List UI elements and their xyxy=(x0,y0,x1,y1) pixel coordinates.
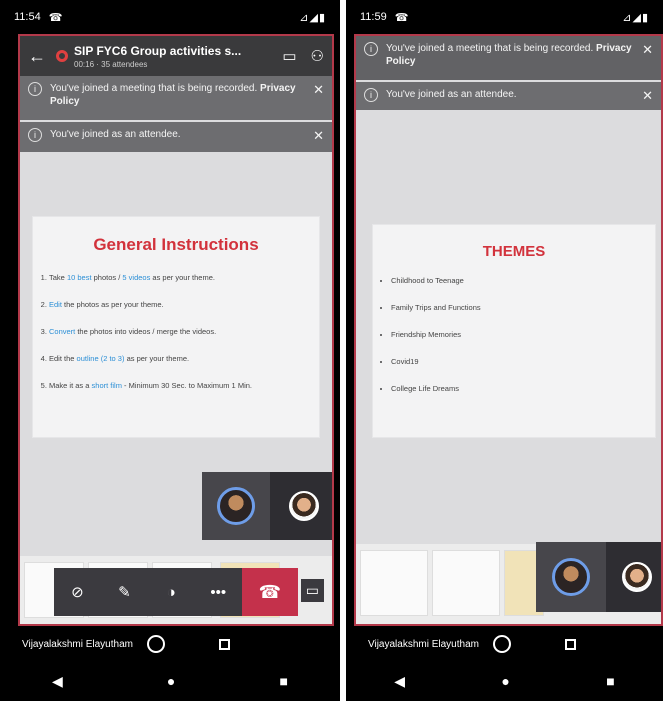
list-item: Convert the photos into videos / merge t… xyxy=(49,327,319,336)
info-icon: i xyxy=(28,82,42,96)
call-icon: ☎ xyxy=(48,11,63,24)
avatar xyxy=(289,491,319,521)
status-time: 11:54 xyxy=(14,11,41,23)
left-phone-screenshot: 11:54 ☎ ⊿◢▮ ← SIP FYC6 Group activities … xyxy=(0,0,340,701)
android-nav-bar: ◀ ● ■ xyxy=(0,661,340,701)
banner-text: You've joined a meeting that is being re… xyxy=(386,43,594,54)
status-bar: 11:59 ☎ ⊿◢▮ xyxy=(346,0,663,34)
home-circle-icon[interactable] xyxy=(492,635,511,653)
info-icon: i xyxy=(364,42,378,56)
call-controls: ⊘ ✎ ◑ ••• ☎ xyxy=(54,568,298,616)
recording-banner: i You've joined a meeting that is being … xyxy=(20,76,332,120)
participant-video-tile[interactable] xyxy=(270,472,332,540)
list-item: Friendship Memories xyxy=(391,330,655,339)
list-item: College Life Dreams xyxy=(391,384,655,393)
participant-video-tile[interactable] xyxy=(606,542,661,612)
meeting-title: SIP FYC6 Group activities s... xyxy=(74,43,242,58)
info-icon: i xyxy=(28,128,42,142)
banner-text: You've joined a meeting that is being re… xyxy=(50,83,258,94)
attendee-banner: i You've joined as an attendee. ✕ xyxy=(356,82,661,110)
list-item: Make it as a short film - Minimum 30 Sec… xyxy=(49,381,319,390)
attendee-banner: i You've joined as an attendee. ✕ xyxy=(20,122,332,152)
more-options-icon[interactable]: ••• xyxy=(195,584,242,601)
user-name: Vijayalakshmi Elayutham xyxy=(368,638,479,650)
avatar xyxy=(552,558,590,596)
info-icon: i xyxy=(364,88,378,102)
instruction-list: Take 10 best photos / 5 videos as per yo… xyxy=(33,273,319,390)
back-arrow-icon[interactable]: ← xyxy=(28,46,50,67)
back-icon[interactable]: ◀ xyxy=(394,673,405,690)
meeting-header: ← SIP FYC6 Group activities s... 00:16 ·… xyxy=(20,36,332,76)
call-icon: ☎ xyxy=(394,11,409,24)
participant-video-tile[interactable] xyxy=(202,472,270,540)
list-item: Edit the outline (2 to 3) as per your th… xyxy=(49,354,319,363)
signal-battery-icon: ⊿◢▮ xyxy=(622,11,649,24)
recording-icon xyxy=(56,50,68,62)
slide-title: THEMES xyxy=(482,243,546,260)
avatar xyxy=(217,487,255,525)
shared-slide: General Instructions Take 10 best photos… xyxy=(32,216,320,438)
banner-text: You've joined as an attendee. xyxy=(50,129,181,140)
right-phone-screenshot: 11:59 ☎ ⊿◢▮ i You've joined a meeting th… xyxy=(346,0,663,701)
slide-title: General Instructions xyxy=(93,235,259,254)
square-icon[interactable] xyxy=(218,638,230,650)
status-bar: 11:54 ☎ ⊿◢▮ xyxy=(0,0,340,34)
speaker-icon[interactable]: ◑ xyxy=(148,584,195,601)
list-item: Take 10 best photos / 5 videos as per yo… xyxy=(49,273,319,282)
close-icon[interactable]: ✕ xyxy=(313,82,324,98)
close-icon[interactable]: ✕ xyxy=(642,42,653,58)
list-item: Covid19 xyxy=(391,357,655,366)
avatar xyxy=(622,562,652,592)
status-time: 11:59 xyxy=(360,11,387,23)
recents-icon[interactable]: ■ xyxy=(606,673,614,689)
bottom-app-bar: Vijayalakshmi Elayutham xyxy=(346,630,663,658)
share-screen-icon[interactable]: ▭ xyxy=(300,579,324,602)
shared-slide: THEMES Childhood to Teenage Family Trips… xyxy=(372,224,656,438)
participant-video-tile[interactable] xyxy=(536,542,606,612)
hang-up-button[interactable]: ☎ xyxy=(241,568,298,616)
list-item: Childhood to Teenage xyxy=(391,276,655,285)
camera-off-icon[interactable]: ⊘ xyxy=(54,583,101,601)
bottom-app-bar: Vijayalakshmi Elayutham xyxy=(0,630,340,658)
themes-list: Childhood to Teenage Family Trips and Fu… xyxy=(373,276,655,393)
recording-banner: i You've joined a meeting that is being … xyxy=(356,36,661,80)
phone-icon: ☎ xyxy=(258,581,282,602)
chat-icon[interactable]: ▭ xyxy=(282,47,296,65)
home-icon[interactable]: ● xyxy=(167,673,175,689)
square-icon[interactable] xyxy=(564,638,576,650)
close-icon[interactable]: ✕ xyxy=(642,88,653,104)
home-circle-icon[interactable] xyxy=(146,635,165,653)
close-icon[interactable]: ✕ xyxy=(313,128,324,144)
participants-icon[interactable]: ⚇ xyxy=(311,47,324,65)
mic-off-icon[interactable]: ✎ xyxy=(101,583,148,601)
banner-text: You've joined as an attendee. xyxy=(386,89,517,100)
user-name: Vijayalakshmi Elayutham xyxy=(22,638,133,650)
meeting-subtitle: 00:16 · 35 attendees xyxy=(74,59,148,69)
slide-thumbnail[interactable] xyxy=(432,550,500,616)
back-icon[interactable]: ◀ xyxy=(52,673,63,690)
signal-battery-icon: ⊿◢▮ xyxy=(299,11,326,24)
list-item: Edit the photos as per your theme. xyxy=(49,300,319,309)
list-item: Family Trips and Functions xyxy=(391,303,655,312)
home-icon[interactable]: ● xyxy=(501,673,509,689)
meeting-screen: i You've joined a meeting that is being … xyxy=(354,34,663,626)
recents-icon[interactable]: ■ xyxy=(279,673,287,689)
meeting-screen: ← SIP FYC6 Group activities s... 00:16 ·… xyxy=(18,34,334,626)
android-nav-bar: ◀ ● ■ xyxy=(346,661,663,701)
slide-thumbnail[interactable] xyxy=(360,550,428,616)
